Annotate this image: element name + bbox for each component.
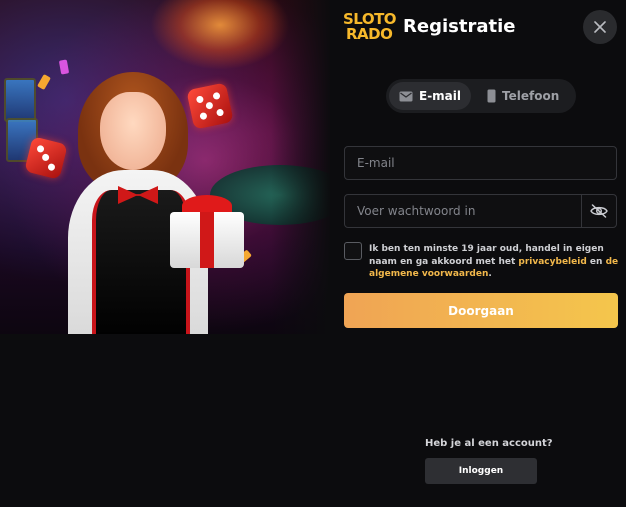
close-icon bbox=[594, 21, 606, 33]
tab-email-label: E-mail bbox=[419, 89, 462, 103]
promo-fade bbox=[271, 0, 331, 334]
terms-middle: en bbox=[586, 256, 606, 267]
continue-button[interactable]: Doorgaan bbox=[344, 293, 618, 328]
signup-method-tabs: E-mail Telefoon bbox=[386, 79, 576, 113]
terms-text: Ik ben ten minste 19 jaar oud, handel in… bbox=[369, 243, 619, 281]
tab-phone-label: Telefoon bbox=[502, 89, 560, 103]
gift-box-icon bbox=[170, 212, 244, 268]
phone-icon bbox=[487, 89, 496, 103]
light-glow bbox=[150, 0, 290, 70]
terms-checkbox[interactable] bbox=[344, 242, 362, 260]
dice-icon bbox=[186, 82, 234, 130]
promo-illustration bbox=[0, 0, 331, 334]
email-field[interactable] bbox=[345, 147, 616, 179]
page-title: Registratie bbox=[403, 16, 516, 37]
password-field[interactable] bbox=[345, 195, 616, 227]
eye-off-icon bbox=[590, 204, 608, 218]
confetti-graphic bbox=[37, 73, 51, 91]
privacy-policy-link[interactable]: privacybeleid bbox=[518, 257, 586, 267]
brand-logo: SLOTO RADO bbox=[343, 12, 397, 46]
confetti-graphic bbox=[58, 59, 70, 75]
dice-icon bbox=[24, 136, 68, 180]
have-account-text: Heb je al een account? bbox=[425, 438, 553, 449]
logo-line-2: RADO bbox=[346, 25, 393, 43]
dealer-face bbox=[100, 92, 166, 170]
mail-icon bbox=[399, 91, 413, 101]
tab-phone[interactable]: Telefoon bbox=[477, 82, 569, 110]
password-field-wrapper bbox=[344, 194, 617, 228]
tab-email[interactable]: E-mail bbox=[389, 82, 472, 110]
slot-machine-graphic bbox=[4, 78, 36, 122]
terms-suffix: . bbox=[488, 269, 492, 279]
email-field-wrapper bbox=[344, 146, 617, 180]
close-button[interactable] bbox=[583, 10, 617, 44]
login-button[interactable]: Inloggen bbox=[425, 458, 537, 484]
password-visibility-toggle[interactable] bbox=[581, 195, 616, 227]
